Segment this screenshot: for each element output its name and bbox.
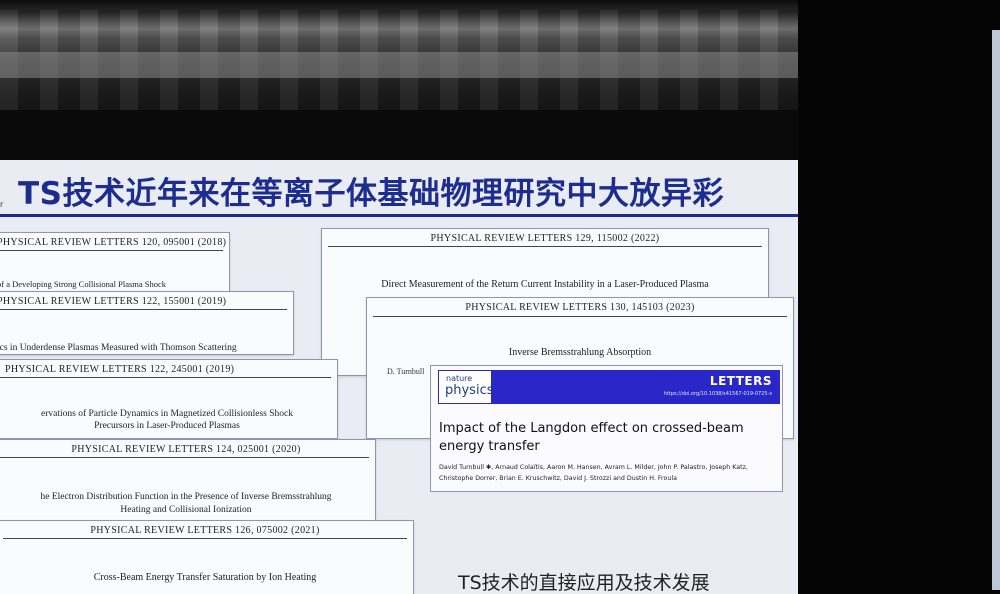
- paper-card-2019-245001: PHYSICAL REVIEW LETTERS 122, 245001 (201…: [0, 359, 338, 439]
- paper-card-2019-155001: PHYSICAL REVIEW LETTERS 122, 155001 (201…: [0, 291, 294, 355]
- projection-screen: TS技术近年来在等离子体基础物理研究中大放异彩 r PHYSICAL REVIE…: [0, 160, 798, 594]
- card-header: PHYSICAL REVIEW LETTERS 120, 095001 (201…: [0, 237, 227, 248]
- card-title: of a Developing Strong Collisional Plasm…: [0, 279, 167, 289]
- header-rule: [0, 457, 369, 458]
- paper-authors: David Turnbull ✱, Arnaud Colaïtis, Aaron…: [439, 464, 748, 482]
- card-title: he Electron Distribution Function in the…: [40, 492, 332, 502]
- ceiling-light-bar: [0, 52, 798, 78]
- screen-top-shadow: [0, 110, 798, 160]
- header-rule: [328, 246, 762, 247]
- header-rule: [3, 538, 407, 539]
- card-title: Direct Measurement of the Return Current…: [381, 279, 709, 290]
- logo-line-2: physics: [445, 383, 494, 398]
- card-title-line2: Heating and Collisional Ionization: [120, 505, 252, 515]
- logo-line-1: nature: [446, 374, 473, 383]
- header-rule: [0, 250, 223, 251]
- paper-card-2020: PHYSICAL REVIEW LETTERS 124, 025001 (202…: [0, 439, 376, 523]
- card-header: PHYSICAL REVIEW LETTERS 129, 115002 (202…: [430, 233, 660, 244]
- card-title: ics in Underdense Plasmas Measured with …: [0, 343, 237, 353]
- card-header: PHYSICAL REVIEW LETTERS 130, 145103 (202…: [465, 302, 695, 313]
- nature-physics-logo: nature physics: [438, 370, 494, 404]
- card-header: PHYSICAL REVIEW LETTERS 122, 155001 (201…: [0, 296, 227, 307]
- section-label: LETTERS: [709, 374, 772, 388]
- nature-physics-paper: nature physics LETTERS https://doi.org/1…: [430, 365, 783, 492]
- bottom-caption: TS技术的直接应用及技术发展: [458, 572, 710, 594]
- photo-scene: TS技术近年来在等离子体基础物理研究中大放异彩 r PHYSICAL REVIE…: [0, 0, 1000, 594]
- left-edge-text: r: [0, 200, 4, 209]
- paper-title: Impact of the Langdon effect on crossed-…: [439, 421, 744, 454]
- header-rule: [0, 309, 287, 310]
- dark-room-edge: [798, 0, 1000, 594]
- header-rule: [0, 377, 331, 378]
- card-header: PHYSICAL REVIEW LETTERS 122, 245001 (201…: [5, 364, 235, 375]
- card-author: D. Turnbull: [387, 367, 425, 376]
- card-title: Inverse Bremsstrahlung Absorption: [508, 347, 652, 358]
- journal-banner: nature physics LETTERS https://doi.org/1…: [438, 370, 780, 404]
- card-title: Cross-Beam Energy Transfer Saturation by…: [93, 572, 317, 583]
- paper-card-2018: PHYSICAL REVIEW LETTERS 120, 095001 (201…: [0, 232, 230, 294]
- ceiling-background: [0, 0, 798, 160]
- paper-card-2021: PHYSICAL REVIEW LETTERS 126, 075002 (202…: [0, 520, 414, 594]
- card-title-line2: Precursors in Laser-Produced Plasmas: [94, 421, 240, 431]
- title-underline: [0, 214, 798, 217]
- card-header: PHYSICAL REVIEW LETTERS 124, 025001 (202…: [71, 444, 301, 455]
- slide-title: TS技术近年来在等离子体基础物理研究中大放异彩: [18, 176, 724, 212]
- adjacent-screen-sliver: [992, 30, 1000, 590]
- header-rule: [373, 316, 787, 317]
- card-header: PHYSICAL REVIEW LETTERS 126, 075002 (202…: [90, 525, 320, 536]
- doi-text: https://doi.org/10.1038/s41567-019-0725-…: [663, 391, 772, 397]
